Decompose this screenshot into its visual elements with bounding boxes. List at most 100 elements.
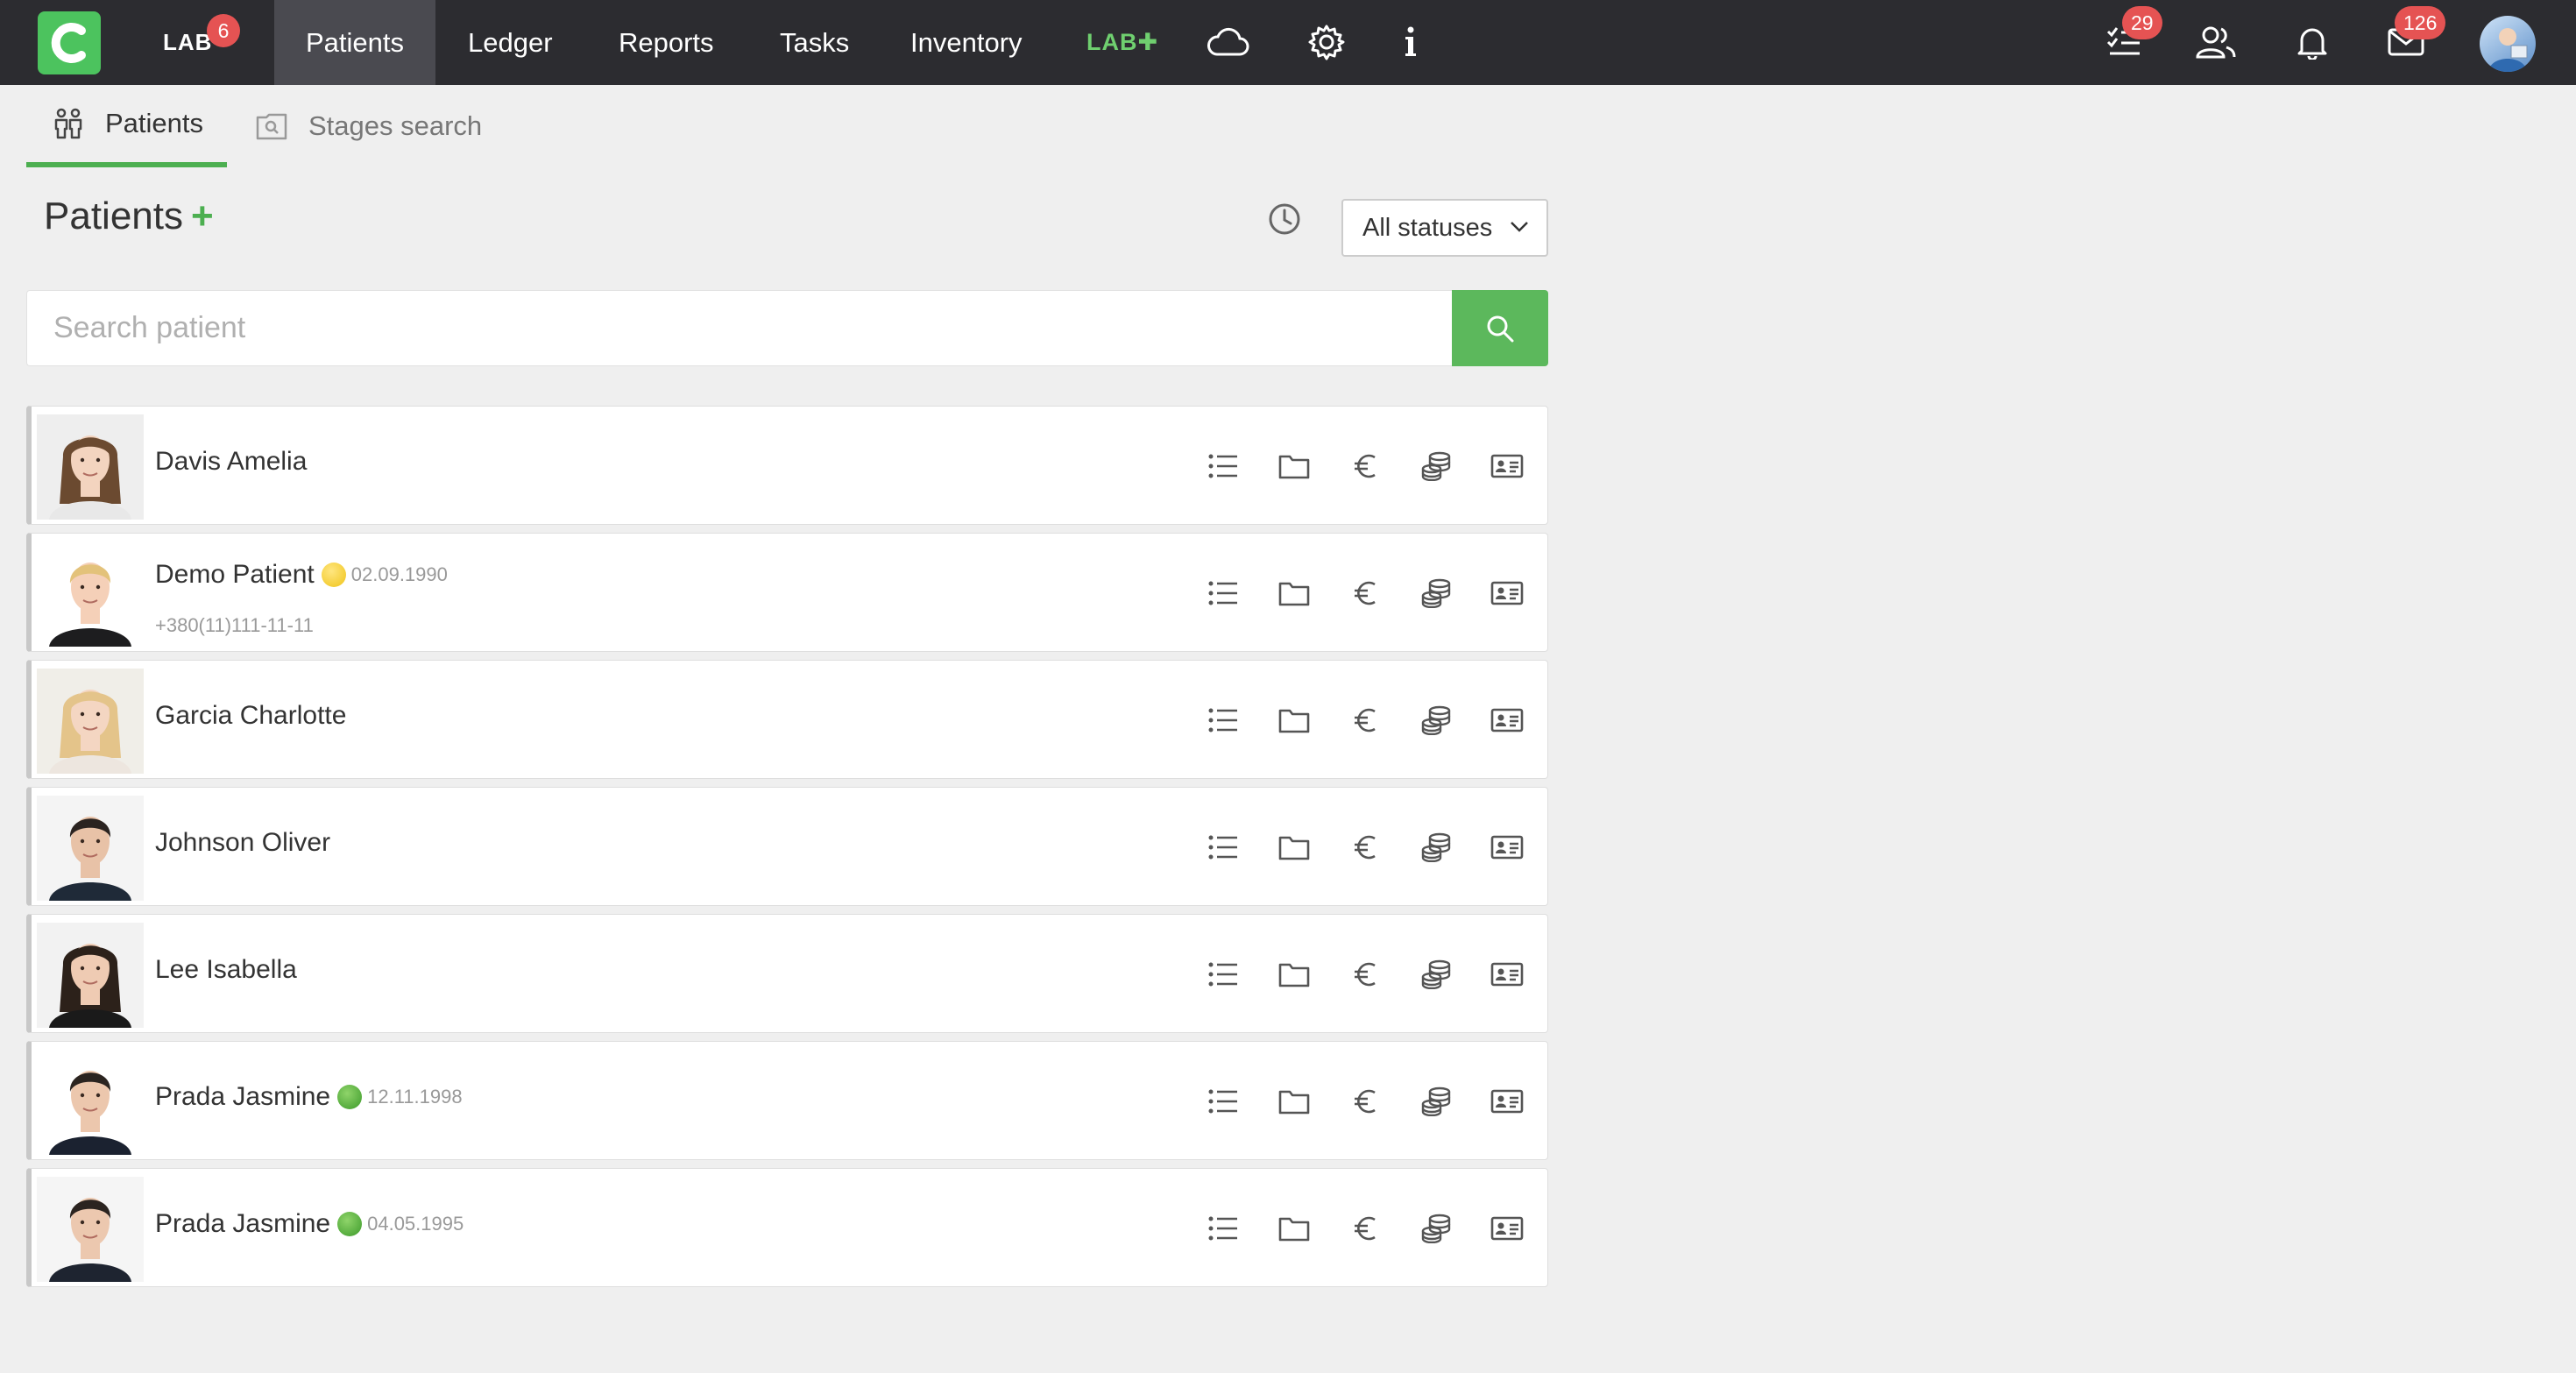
patient-photo	[37, 1177, 144, 1282]
euro-icon[interactable]	[1346, 447, 1384, 485]
list-icon[interactable]	[1204, 701, 1242, 740]
coins-icon[interactable]	[1417, 1082, 1455, 1121]
app-logo[interactable]	[38, 11, 101, 74]
add-patient-icon[interactable]: +	[191, 195, 214, 238]
coins-icon[interactable]	[1417, 701, 1455, 740]
patient-name: Davis Amelia	[155, 447, 308, 476]
status-dot-icon	[337, 1085, 363, 1109]
users-icon[interactable]	[2193, 19, 2239, 65]
nav-lab-plus[interactable]: LAB✚	[1086, 0, 1158, 85]
nav-lab[interactable]: LAB	[163, 0, 212, 85]
patient-name: Lee Isabella	[155, 955, 297, 984]
search-input[interactable]	[26, 290, 1453, 366]
nav-inventory-label: Inventory	[910, 26, 1023, 58]
coins-icon[interactable]	[1417, 828, 1455, 867]
nav-reports-label: Reports	[619, 26, 714, 58]
id-card-icon[interactable]	[1488, 1082, 1526, 1121]
folder-icon[interactable]	[1275, 828, 1313, 867]
nav-tasks-label: Tasks	[780, 26, 850, 58]
id-card-icon[interactable]	[1488, 955, 1526, 994]
nav-inventory[interactable]: Inventory	[910, 0, 1023, 85]
patient-name: Johnson Oliver	[155, 828, 331, 857]
patient-photo	[37, 1050, 144, 1155]
lab-badge: 6	[207, 14, 240, 47]
patient-row[interactable]: Prada Jasmine 04.05.1995	[26, 1168, 1548, 1287]
euro-icon[interactable]	[1346, 955, 1384, 994]
id-card-icon[interactable]	[1488, 1209, 1526, 1248]
patient-actions	[1171, 574, 1526, 612]
patients-icon	[54, 108, 82, 139]
folder-icon[interactable]	[1275, 574, 1313, 612]
search-button[interactable]	[1452, 290, 1548, 366]
status-filter-select[interactable]: All statuses	[1341, 199, 1548, 257]
patient-row[interactable]: Demo Patient 02.09.1990 +380(11)111-11-1…	[26, 533, 1548, 652]
tab-patients[interactable]: Patients	[26, 85, 227, 167]
patient-name-line: Demo Patient 02.09.1990	[155, 560, 448, 590]
patient-actions	[1171, 1209, 1526, 1248]
user-avatar[interactable]	[2480, 16, 2536, 72]
euro-icon[interactable]	[1346, 574, 1384, 612]
patient-row[interactable]: Lee Isabella	[26, 914, 1548, 1033]
folder-icon[interactable]	[1275, 701, 1313, 740]
nav-patients-label: Patients	[306, 26, 405, 58]
nav-tasks[interactable]: Tasks	[780, 0, 849, 85]
euro-icon[interactable]	[1346, 1082, 1384, 1121]
id-card-icon[interactable]	[1488, 447, 1526, 485]
coins-icon[interactable]	[1417, 1209, 1455, 1248]
patient-photo	[37, 796, 144, 901]
nav-reports[interactable]: Reports	[619, 0, 714, 85]
cloud-icon[interactable]	[1206, 19, 1251, 65]
list-icon[interactable]	[1204, 574, 1242, 612]
patient-row[interactable]: Garcia Charlotte	[26, 660, 1548, 779]
patient-row[interactable]: Davis Amelia	[26, 406, 1548, 525]
patient-name: Garcia Charlotte	[155, 701, 347, 730]
id-card-icon[interactable]	[1488, 828, 1526, 867]
patient-dob: 12.11.1998	[367, 1086, 463, 1108]
nav-lab-plus-label: LAB✚	[1086, 29, 1159, 55]
folder-icon[interactable]	[1275, 1209, 1313, 1248]
list-icon[interactable]	[1204, 1082, 1242, 1121]
bell-icon[interactable]	[2289, 19, 2335, 65]
coins-icon[interactable]	[1417, 574, 1455, 612]
tab-stages-search[interactable]: Stages search	[256, 85, 482, 167]
folder-icon[interactable]	[1275, 447, 1313, 485]
coins-icon[interactable]	[1417, 955, 1455, 994]
euro-icon[interactable]	[1346, 1209, 1384, 1248]
patient-dob: 02.09.1990	[350, 563, 448, 585]
status-filter-value: All statuses	[1362, 213, 1493, 242]
folder-icon[interactable]	[1275, 955, 1313, 994]
patient-actions	[1171, 447, 1526, 485]
nav-ledger[interactable]: Ledger	[468, 0, 553, 85]
stages-search-icon	[256, 113, 287, 140]
coins-icon[interactable]	[1417, 447, 1455, 485]
gear-icon[interactable]	[1304, 19, 1349, 65]
euro-icon[interactable]	[1346, 701, 1384, 740]
patient-name-line: Davis Amelia	[155, 447, 307, 477]
info-icon[interactable]	[1388, 19, 1433, 65]
chevron-down-icon	[1511, 222, 1528, 232]
patient-row[interactable]: Prada Jasmine 12.11.1998	[26, 1041, 1548, 1160]
patient-dob: 04.05.1995	[367, 1213, 464, 1235]
list-icon[interactable]	[1204, 955, 1242, 994]
patient-name: Prada Jasmine	[155, 1209, 331, 1238]
patient-actions	[1171, 955, 1526, 994]
patient-phone: +380(11)111-11-11	[155, 614, 314, 636]
patient-row[interactable]: Johnson Oliver	[26, 787, 1548, 906]
nav-patients[interactable]: Patients	[274, 0, 436, 85]
id-card-icon[interactable]	[1488, 701, 1526, 740]
euro-icon[interactable]	[1346, 828, 1384, 867]
list-icon[interactable]	[1204, 1209, 1242, 1248]
list-icon[interactable]	[1204, 828, 1242, 867]
list-icon[interactable]	[1204, 447, 1242, 485]
status-dot-icon	[321, 563, 346, 587]
page-title: Patients	[44, 195, 183, 237]
patient-name-line: Prada Jasmine 12.11.1998	[155, 1082, 463, 1112]
patient-photo	[37, 923, 144, 1028]
tab-patients-label: Patients	[105, 108, 204, 138]
history-icon[interactable]	[1267, 202, 1302, 241]
id-card-icon[interactable]	[1488, 574, 1526, 612]
patient-name: Demo Patient	[155, 560, 315, 589]
search-icon	[1487, 315, 1514, 342]
folder-icon[interactable]	[1275, 1082, 1313, 1121]
mail-badge: 126	[2395, 6, 2446, 39]
